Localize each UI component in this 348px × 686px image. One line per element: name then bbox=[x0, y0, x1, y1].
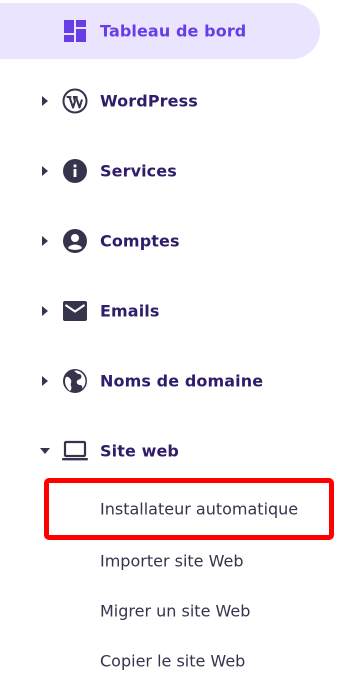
subitem-auto-installer[interactable]: Installateur automatique bbox=[44, 478, 334, 540]
sidebar: Tableau de bord WordPress Services Compt… bbox=[0, 0, 348, 682]
sidebar-item-dashboard[interactable]: Tableau de bord bbox=[0, 3, 320, 59]
sidebar-item-domains[interactable]: Noms de domaine bbox=[0, 353, 320, 409]
wordpress-icon bbox=[61, 87, 89, 115]
sidebar-item-accounts[interactable]: Comptes bbox=[0, 213, 320, 269]
subitem-label: Copier le site Web bbox=[100, 651, 246, 671]
dashboard-icon bbox=[61, 17, 89, 45]
caret-right-icon bbox=[38, 304, 52, 318]
caret-right-icon bbox=[38, 94, 52, 108]
sidebar-item-services[interactable]: Services bbox=[0, 143, 320, 199]
laptop-icon bbox=[61, 437, 89, 465]
subitem-import-website[interactable]: Importer site Web bbox=[44, 536, 334, 586]
subitem-migrate-website[interactable]: Migrer un site Web bbox=[44, 586, 334, 636]
sidebar-item-label: Tableau de bord bbox=[100, 21, 247, 41]
sidebar-item-website[interactable]: Site web bbox=[0, 423, 320, 479]
sidebar-item-emails[interactable]: Emails bbox=[0, 283, 320, 339]
subitem-label: Importer site Web bbox=[100, 551, 244, 571]
subitem-label: Migrer un site Web bbox=[100, 601, 251, 621]
mail-icon bbox=[61, 297, 89, 325]
sidebar-item-label: Noms de domaine bbox=[100, 371, 264, 391]
account-icon bbox=[61, 227, 89, 255]
sidebar-item-label: Services bbox=[100, 161, 177, 181]
caret-right-icon bbox=[38, 234, 52, 248]
subitem-label: Installateur automatique bbox=[100, 499, 299, 519]
subitem-copy-website[interactable]: Copier le site Web bbox=[44, 636, 334, 686]
sidebar-item-label: Comptes bbox=[100, 231, 180, 251]
sidebar-item-label: Emails bbox=[100, 301, 160, 321]
sidebar-item-label: WordPress bbox=[100, 91, 198, 111]
info-icon bbox=[61, 157, 89, 185]
sidebar-item-label: Site web bbox=[100, 441, 179, 461]
caret-right-icon bbox=[38, 374, 52, 388]
globe-icon bbox=[61, 367, 89, 395]
caret-down-icon bbox=[38, 444, 52, 458]
sidebar-item-wordpress[interactable]: WordPress bbox=[0, 73, 320, 129]
caret-right-icon bbox=[38, 164, 52, 178]
